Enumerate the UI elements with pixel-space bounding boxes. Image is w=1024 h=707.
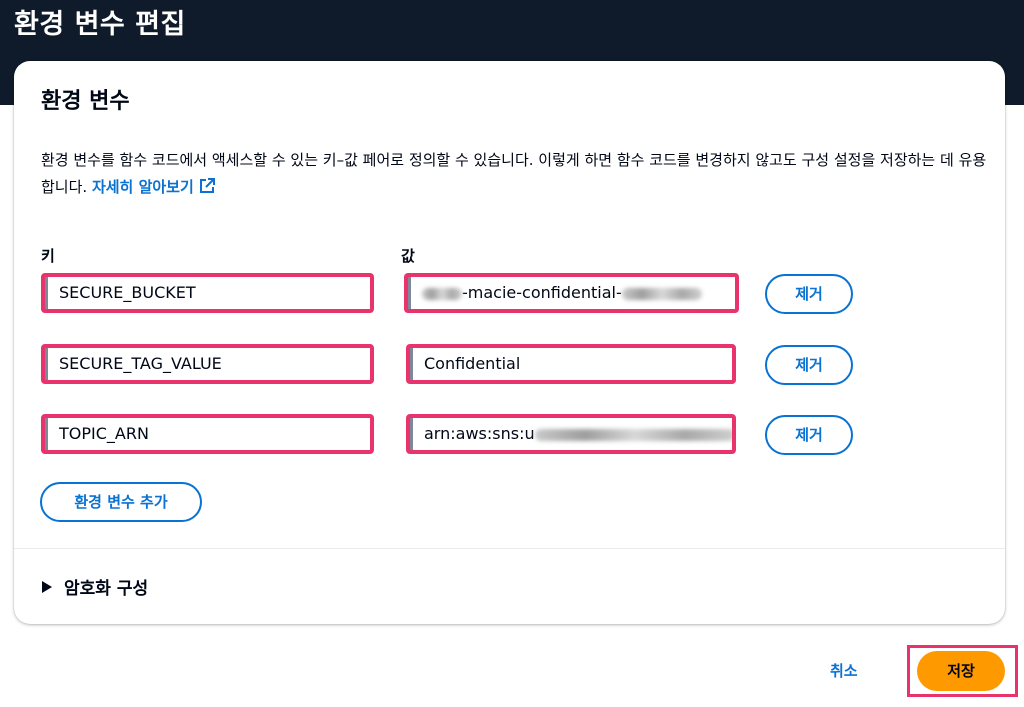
redacted-text (534, 428, 732, 441)
env-key-input-3[interactable]: TOPIC_ARN (41, 414, 374, 454)
value-column-label: 값 (401, 247, 415, 265)
env-key-input-2[interactable]: SECURE_TAG_VALUE (41, 344, 374, 384)
page-title: 환경 변수 편집 (14, 9, 186, 40)
add-env-var-button[interactable]: 환경 변수 추가 (40, 482, 202, 522)
env-value-input-1[interactable]: -macie-confidential- (404, 273, 739, 313)
learn-more-link[interactable]: 자세히 알아보기 (92, 178, 216, 196)
external-link-icon (198, 177, 216, 204)
redacted-text (621, 287, 702, 300)
env-key-input-1[interactable]: SECURE_BUCKET (41, 273, 374, 313)
remove-button-3[interactable]: 제거 (765, 415, 853, 455)
divider (14, 548, 1005, 549)
key-column-label: 키 (41, 247, 55, 265)
encryption-config-expander[interactable]: 암호화 구성 (42, 574, 148, 599)
env-value-input-3[interactable]: arn:aws:sns:u (406, 414, 736, 454)
env-value-1: -macie-confidential- (462, 283, 622, 302)
env-value-2: Confidential (424, 354, 521, 373)
encryption-config-label: 암호화 구성 (64, 579, 149, 599)
save-button[interactable]: 저장 (917, 651, 1005, 691)
env-key-1: SECURE_BUCKET (59, 283, 196, 302)
learn-more-label: 자세히 알아보기 (91, 178, 194, 196)
caret-right-icon (42, 581, 52, 593)
env-key-3: TOPIC_ARN (59, 424, 149, 443)
redacted-text (422, 287, 462, 300)
env-value-3: arn:aws:sns:u (424, 424, 535, 443)
panel-description: 환경 변수를 함수 코드에서 액세스할 수 있는 키–값 페어로 정의할 수 있… (41, 147, 996, 204)
remove-button-1[interactable]: 제거 (765, 274, 853, 314)
env-value-input-2[interactable]: Confidential (406, 344, 736, 384)
cancel-button[interactable]: 취소 (830, 660, 858, 681)
env-key-2: SECURE_TAG_VALUE (59, 354, 222, 373)
remove-button-2[interactable]: 제거 (765, 345, 853, 385)
env-vars-panel: 환경 변수 환경 변수를 함수 코드에서 액세스할 수 있는 키–값 페어로 정… (14, 61, 1005, 624)
panel-title: 환경 변수 (41, 89, 130, 114)
